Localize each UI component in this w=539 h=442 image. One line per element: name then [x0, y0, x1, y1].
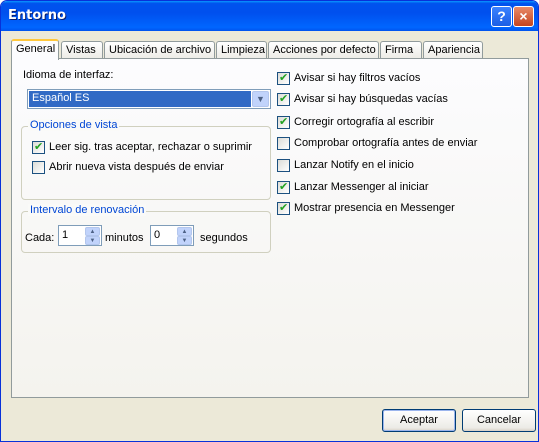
tab-ubicacion[interactable]: Ubicación de archivo	[104, 41, 215, 59]
warn-empty-filters-label: Avisar si hay filtros vacíos	[294, 72, 421, 84]
tab-apariencia[interactable]: Apariencia	[423, 41, 483, 59]
open-new-view-checkbox[interactable]	[32, 161, 45, 174]
view-options-legend: Opciones de vista	[28, 119, 120, 131]
read-next-checkbox[interactable]	[32, 140, 45, 154]
cancel-button[interactable]: Cancelar	[462, 409, 536, 432]
show-presence-label: Mostrar presencia en Messenger	[294, 202, 455, 214]
seconds-up-icon[interactable]: ▲	[177, 227, 192, 236]
warn-empty-searches-checkbox[interactable]	[277, 92, 290, 106]
window-title: Entorno	[8, 8, 66, 23]
help-button[interactable]: ?	[491, 6, 512, 27]
seconds-down-icon[interactable]: ▼	[177, 236, 192, 245]
title-bar[interactable]: Entorno ? ×	[1, 1, 538, 31]
spellcheck-typing-checkbox[interactable]	[277, 115, 290, 129]
spellcheck-typing-label: Corregir ortografía al escribir	[294, 116, 434, 128]
minutes-spinner[interactable]: 1 ▲ ▼	[58, 225, 102, 246]
launch-messenger-label: Lanzar Messenger al iniciar	[294, 181, 429, 193]
spellcheck-send-checkbox[interactable]	[277, 137, 290, 150]
spellcheck-send-label: Comprobar ortografía antes de enviar	[294, 137, 478, 149]
tab-vistas[interactable]: Vistas	[61, 41, 103, 59]
minutes-label: minutos	[105, 232, 144, 244]
seconds-spinner[interactable]: 0 ▲ ▼	[150, 225, 194, 246]
seconds-label: segundos	[200, 232, 248, 244]
launch-notify-label: Lanzar Notify en el inicio	[294, 159, 414, 171]
read-next-label: Leer sig. tras aceptar, rechazar o supri…	[49, 141, 252, 153]
tab-limpieza[interactable]: Limpieza	[216, 41, 267, 59]
chevron-down-icon[interactable]: ▼	[252, 91, 269, 107]
cada-label: Cada:	[25, 232, 55, 244]
open-new-view-label: Abrir nueva vista después de enviar	[49, 161, 224, 173]
seconds-value: 0	[154, 229, 161, 241]
launch-messenger-checkbox[interactable]	[277, 180, 290, 194]
language-select[interactable]: Español ES ▼	[27, 89, 271, 109]
accept-button[interactable]: Aceptar	[382, 409, 456, 432]
tab-general[interactable]: General	[11, 39, 59, 60]
minutes-value: 1	[62, 229, 69, 241]
warn-empty-searches-label: Avisar si hay búsquedas vacías	[294, 93, 448, 105]
launch-notify-checkbox[interactable]	[277, 159, 290, 172]
tab-acciones[interactable]: Acciones por defecto	[268, 41, 379, 59]
language-label: Idioma de interfaz:	[23, 69, 114, 81]
minutes-up-icon[interactable]: ▲	[85, 227, 100, 236]
warn-empty-filters-checkbox[interactable]	[277, 71, 290, 85]
language-value: Español ES	[29, 91, 251, 107]
refresh-legend: Intervalo de renovación	[28, 204, 147, 216]
dialog-window: Entorno ? × General Vistas Ubicación de …	[0, 0, 539, 442]
minutes-down-icon[interactable]: ▼	[85, 236, 100, 245]
tab-firma[interactable]: Firma	[380, 41, 422, 59]
show-presence-checkbox[interactable]	[277, 201, 290, 215]
close-button[interactable]: ×	[513, 6, 534, 27]
